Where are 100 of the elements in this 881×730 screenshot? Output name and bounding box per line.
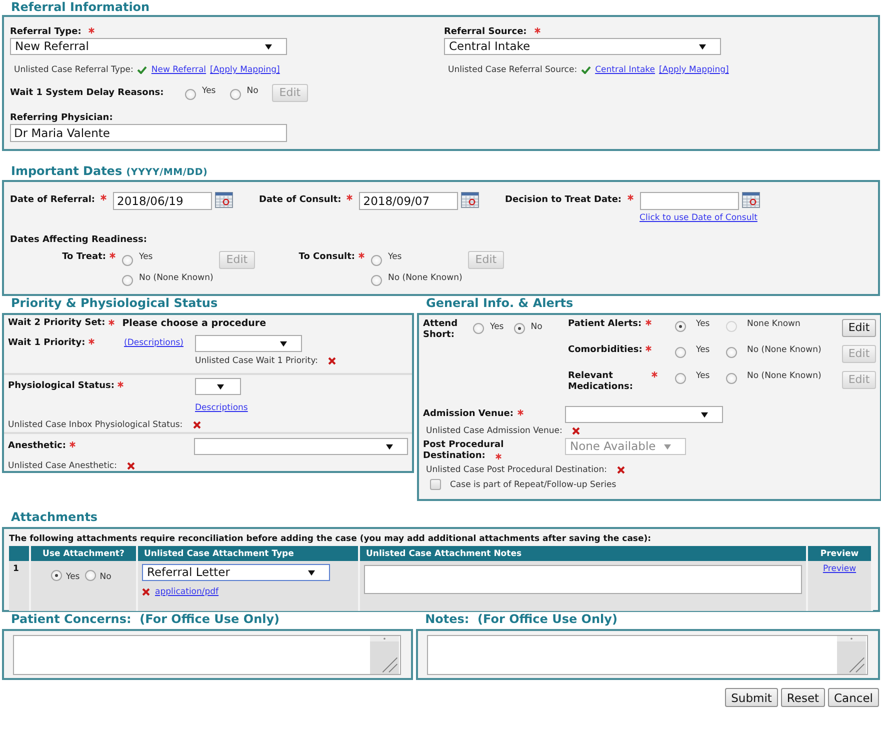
caret-icon bbox=[699, 44, 706, 50]
section-note: (For Office Use Only) bbox=[140, 612, 280, 626]
unlisted-label: Unlisted Case Inbox Physiological Status: bbox=[8, 420, 183, 430]
preview-link[interactable]: Preview bbox=[822, 564, 856, 574]
date-field[interactable] bbox=[640, 192, 739, 210]
apply-mapping-link[interactable]: [Apply Mapping] bbox=[210, 65, 280, 75]
date-field[interactable]: 2018/09/07 bbox=[359, 192, 458, 210]
notes-field[interactable] bbox=[364, 565, 802, 594]
radio-button[interactable] bbox=[84, 570, 96, 581]
dropdown[interactable]: Central Intake bbox=[444, 38, 721, 55]
unlisted-label: Unlisted Case Referral Type: bbox=[14, 65, 134, 75]
radio-button[interactable] bbox=[726, 373, 737, 384]
section-title: General Info. & Alerts bbox=[425, 296, 574, 310]
radio-label: Yes bbox=[696, 319, 711, 329]
radio-button[interactable] bbox=[675, 373, 686, 384]
radio-button[interactable] bbox=[185, 89, 196, 100]
unlisted-label: Unlisted Case Admission Venue: bbox=[426, 426, 562, 436]
section-title: Referral Information bbox=[10, 0, 151, 14]
text-area[interactable] bbox=[13, 635, 402, 675]
field-label: Date of Referral: bbox=[10, 195, 96, 205]
field-label: Decision to Treat Date: bbox=[505, 195, 622, 205]
radio-label: Yes bbox=[490, 322, 504, 332]
radio-label: Yes bbox=[66, 572, 80, 582]
descriptions-link[interactable]: (Descriptions) bbox=[124, 338, 195, 348]
radio-button[interactable] bbox=[122, 275, 133, 286]
date-field[interactable]: 2018/06/19 bbox=[113, 192, 212, 210]
section-title: Attachments bbox=[10, 510, 99, 524]
radio-button[interactable] bbox=[675, 321, 686, 332]
calendar-icon[interactable] bbox=[215, 192, 234, 208]
radio-button[interactable] bbox=[675, 347, 686, 358]
column-header: Unlisted Case Attachment Type bbox=[137, 546, 359, 561]
radio-button[interactable] bbox=[514, 323, 525, 334]
file-type-link[interactable]: application/pdf bbox=[155, 587, 219, 597]
field-label: Admission Venue: bbox=[423, 409, 514, 419]
radio-button[interactable] bbox=[371, 254, 382, 266]
unlisted-label: Unlisted Case Post Procedural Destination: bbox=[426, 465, 607, 475]
unlisted-label: Unlisted Case Anesthetic: bbox=[8, 461, 117, 471]
field-label: Wait 1 Priority: bbox=[8, 338, 86, 348]
checkbox-label: Case is part of Repeat/Follow-up Series bbox=[450, 480, 616, 490]
field-label: Attend Short: bbox=[423, 319, 459, 341]
radio-button[interactable] bbox=[51, 570, 62, 581]
caret-icon bbox=[217, 384, 224, 390]
mapping-link[interactable]: Central Intake bbox=[595, 65, 656, 75]
physician-field[interactable]: Dr Maria Valente bbox=[10, 124, 287, 142]
unlisted-label: Unlisted Case Wait 1 Priority: bbox=[195, 356, 318, 366]
field-label: Date of Consult: bbox=[259, 195, 342, 205]
form-button[interactable]: Submit bbox=[725, 688, 778, 707]
radio-label: No (None Known) bbox=[747, 371, 822, 381]
dropdown[interactable]: New Referral bbox=[10, 38, 287, 55]
form-button[interactable]: Cancel bbox=[828, 688, 879, 707]
column-header: Use Attachment? bbox=[30, 546, 137, 561]
mapping-link[interactable]: New Referral bbox=[151, 65, 206, 75]
radio-label: No bbox=[530, 322, 542, 332]
radio-label: No (None Known) bbox=[747, 345, 822, 355]
resize-grip-icon[interactable] bbox=[836, 636, 867, 674]
field-label: Referral Source: bbox=[444, 27, 527, 37]
form-button[interactable]: Reset bbox=[780, 688, 826, 707]
caret-icon bbox=[280, 341, 287, 347]
column-header: Unlisted Case Attachment Notes bbox=[359, 546, 807, 561]
field-label: Physiological Status: bbox=[8, 381, 114, 391]
field-label: Anesthetic: bbox=[8, 441, 66, 451]
apply-mapping-link[interactable]: [Apply Mapping] bbox=[659, 65, 729, 75]
radio-label: Yes bbox=[388, 252, 403, 262]
radio-button[interactable] bbox=[371, 275, 382, 286]
edit-button[interactable]: Edit bbox=[842, 319, 876, 337]
dropdown[interactable] bbox=[195, 378, 241, 395]
text-area[interactable] bbox=[427, 635, 868, 675]
field-label: To Consult: bbox=[298, 252, 355, 262]
radio-label: No (None Known) bbox=[139, 272, 214, 282]
resize-grip-icon[interactable] bbox=[369, 636, 400, 674]
field-label: Referring Physician: bbox=[10, 113, 114, 123]
field-label: Post Procedural Destination: bbox=[423, 440, 505, 462]
radio-button[interactable] bbox=[473, 323, 484, 334]
section-note: (For Office Use Only) bbox=[478, 612, 618, 626]
attachments-intro: The following attachments require reconciliation before adding the case (you may add additional attachments after saving the case): bbox=[9, 534, 652, 544]
radio-label: None Known bbox=[747, 319, 802, 329]
field-label: Relevant Medications: bbox=[568, 371, 634, 393]
column-header: Preview bbox=[807, 546, 872, 561]
radio-button[interactable] bbox=[230, 89, 241, 100]
caret-icon bbox=[664, 444, 671, 450]
checkbox[interactable] bbox=[430, 479, 441, 490]
date-format-hint: (YYYY/MM/DD) bbox=[126, 167, 208, 178]
radio-label: Yes bbox=[202, 86, 216, 96]
section-label: Dates Affecting Readiness: bbox=[10, 235, 148, 245]
dropdown[interactable]: Referral Letter bbox=[142, 564, 330, 581]
descriptions-link[interactable]: Descriptions bbox=[195, 403, 248, 413]
radio-button[interactable] bbox=[122, 254, 133, 266]
field-label: Patient Alerts: bbox=[568, 319, 642, 330]
calendar-icon[interactable] bbox=[461, 192, 480, 208]
radio-label: No bbox=[100, 572, 112, 582]
row-number: 1 bbox=[9, 561, 30, 611]
calendar-icon[interactable] bbox=[742, 192, 760, 208]
section-title: Patient Concerns: bbox=[11, 612, 132, 626]
radio-button[interactable] bbox=[726, 347, 737, 358]
use-consult-date-link[interactable]: Click to use Date of Consult bbox=[640, 213, 760, 223]
caret-icon bbox=[701, 412, 708, 418]
section-title: Notes: bbox=[425, 612, 470, 626]
field-label: Wait 1 System Delay Reasons: bbox=[10, 88, 165, 98]
caret-icon bbox=[308, 570, 315, 576]
radio-label: No (None Known) bbox=[388, 272, 462, 282]
